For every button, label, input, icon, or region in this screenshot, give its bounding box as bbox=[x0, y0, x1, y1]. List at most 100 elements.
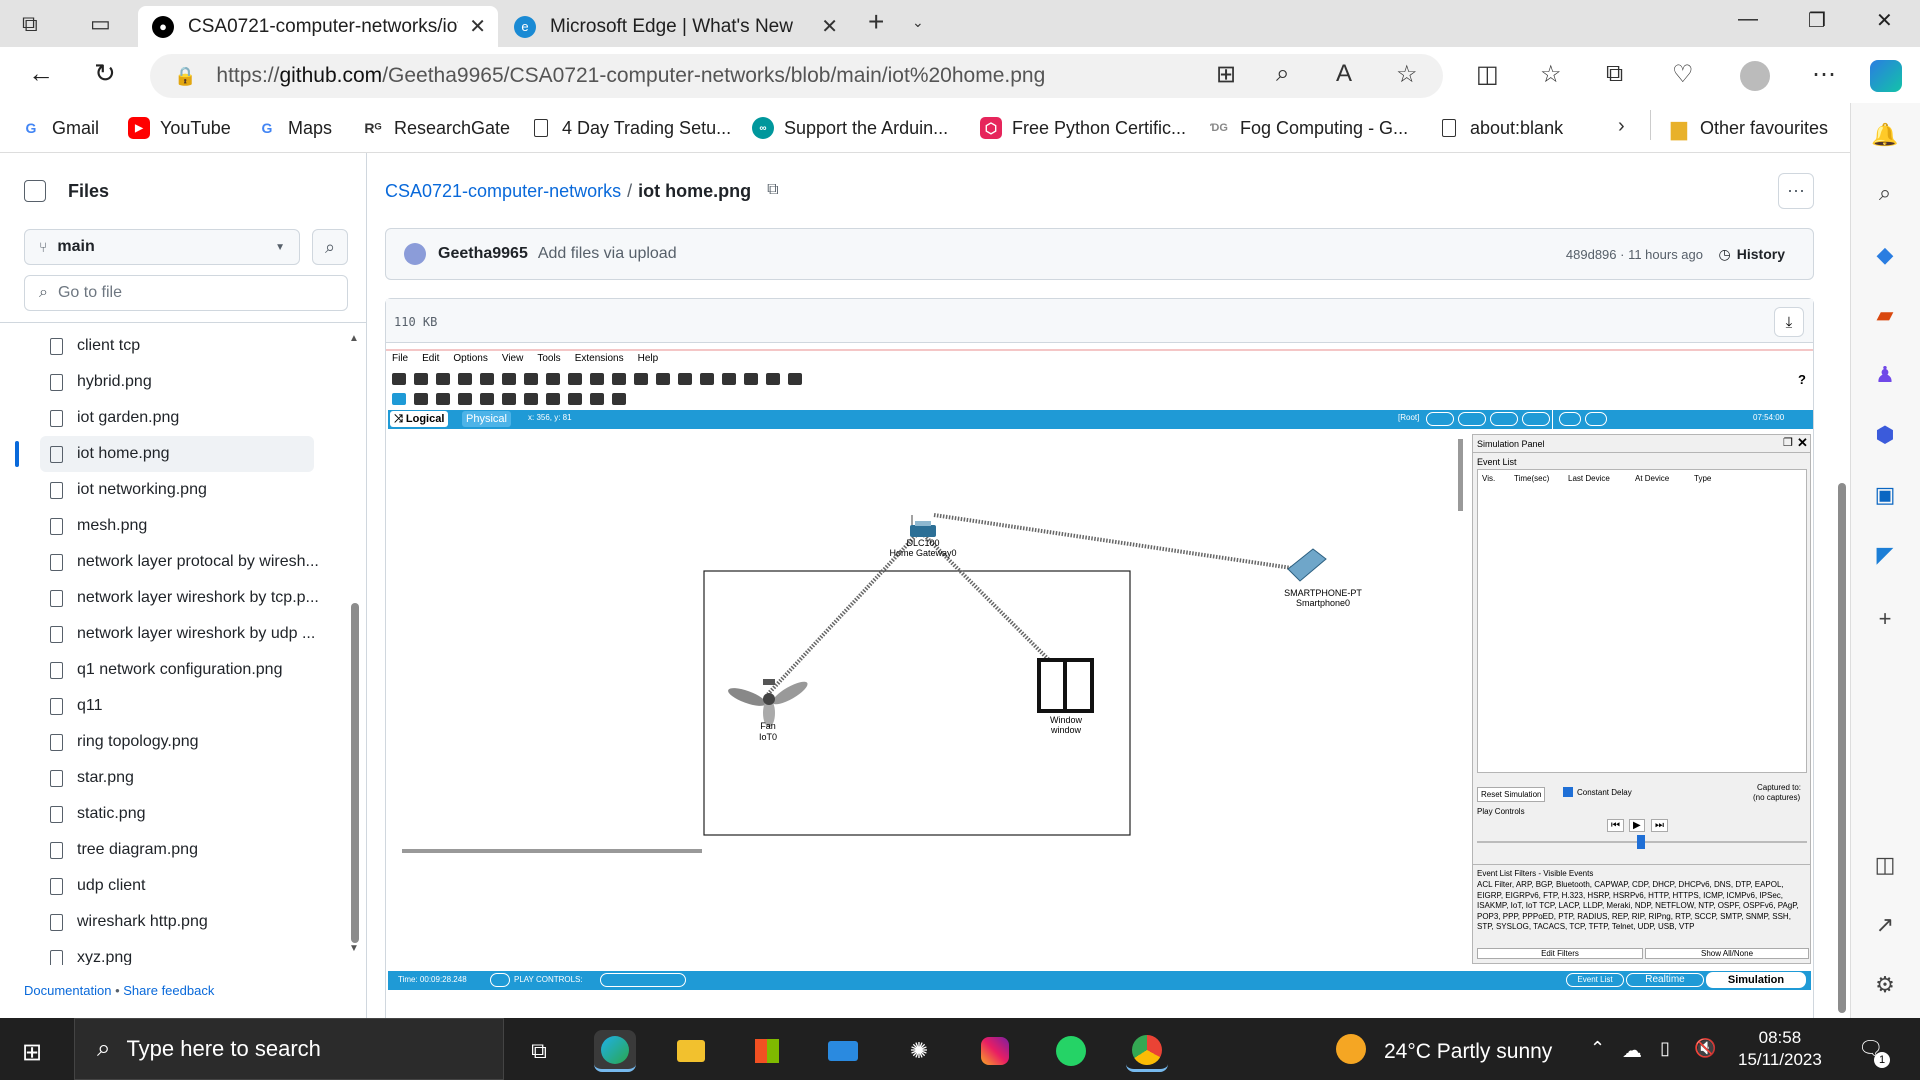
shopping-tag-icon[interactable]: ◆ bbox=[1870, 242, 1900, 272]
skip-back-icon[interactable]: ⏮ bbox=[1607, 819, 1624, 832]
inspect-icon[interactable] bbox=[414, 393, 428, 405]
documentation-link[interactable]: Documentation bbox=[24, 983, 111, 998]
pt-help[interactable]: ? bbox=[1798, 372, 1806, 387]
history-button[interactable]: ◷ History bbox=[1719, 246, 1785, 263]
new-tab-icon[interactable]: + bbox=[868, 6, 884, 38]
file-tree-item[interactable]: network layer protocal by wiresh... bbox=[50, 544, 324, 580]
read-aloud-icon[interactable]: A bbox=[1336, 60, 1352, 88]
games-icon[interactable]: ♟ bbox=[1870, 362, 1900, 392]
scroll-down-icon[interactable]: ▼ bbox=[349, 943, 359, 954]
share-feedback-link[interactable]: Share feedback bbox=[123, 983, 214, 998]
file-tree-item[interactable]: iot networking.png bbox=[50, 472, 324, 508]
copy-path-icon[interactable]: ⧉ bbox=[767, 181, 778, 202]
copilot-icon[interactable] bbox=[1870, 60, 1902, 92]
split-screen-icon[interactable]: ◫ bbox=[1476, 60, 1499, 89]
drop-icon[interactable]: ◤ bbox=[1870, 542, 1900, 572]
tray-chevron-icon[interactable]: ⌃ bbox=[1590, 1038, 1605, 1059]
chrome-icon[interactable] bbox=[1126, 1030, 1168, 1072]
close-tab-icon[interactable]: ✕ bbox=[469, 14, 486, 39]
packet-tracer-icon[interactable]: ✺ bbox=[898, 1030, 940, 1072]
viewport-icon[interactable] bbox=[744, 373, 758, 385]
copy-icon[interactable] bbox=[546, 373, 560, 385]
event-list-button[interactable]: Event List bbox=[1566, 973, 1624, 987]
zoom-out-icon[interactable] bbox=[678, 373, 692, 385]
file-tree-item[interactable]: star.png bbox=[50, 760, 324, 796]
ellipse-icon[interactable] bbox=[546, 393, 560, 405]
tab-list-chevron-icon[interactable]: ⌄ bbox=[912, 14, 924, 31]
image-icon[interactable] bbox=[788, 373, 802, 385]
pt-root[interactable]: [Root] bbox=[1398, 413, 1419, 422]
edit-filters-button[interactable]: Edit Filters bbox=[1477, 948, 1643, 959]
vertical-tabs-icon[interactable]: ▭ bbox=[90, 11, 111, 37]
note-icon[interactable] bbox=[480, 393, 494, 405]
outlook-icon[interactable]: ▣ bbox=[1870, 482, 1900, 512]
reset-simulation-button[interactable]: Reset Simulation bbox=[1477, 787, 1546, 802]
refresh-icon[interactable]: ↻ bbox=[94, 58, 116, 89]
undock-icon[interactable]: ❐ bbox=[1783, 436, 1793, 449]
battery-icon[interactable]: ▯ bbox=[1660, 1038, 1670, 1059]
freeform-icon[interactable] bbox=[568, 393, 582, 405]
fav-trading[interactable]: 4 Day Trading Setu... bbox=[530, 117, 731, 139]
scrollbar-thumb[interactable] bbox=[1838, 483, 1846, 1013]
pt-menu-item[interactable]: View bbox=[502, 353, 524, 364]
notifications-bell-icon[interactable]: 🔔 bbox=[1870, 122, 1900, 152]
pt-nav-pill[interactable] bbox=[1522, 412, 1550, 426]
tools-icon[interactable]: ▰ bbox=[1870, 302, 1900, 332]
fav-maps[interactable]: G Maps bbox=[256, 117, 332, 139]
pt-menu-item[interactable]: Tools bbox=[537, 353, 560, 364]
file-tree-item[interactable]: udp client bbox=[50, 868, 324, 904]
taskbar-clock[interactable]: 08:58 15/11/2023 bbox=[1738, 1027, 1822, 1071]
zoom-reset-icon[interactable] bbox=[656, 373, 670, 385]
file-tree-item[interactable]: tree diagram.png bbox=[50, 832, 324, 868]
pt-nav-pill[interactable] bbox=[1426, 412, 1454, 426]
info-icon[interactable] bbox=[480, 373, 494, 385]
speed-slider-thumb[interactable] bbox=[1637, 835, 1645, 849]
file-tree-item[interactable]: iot garden.png bbox=[50, 400, 324, 436]
close-window-icon[interactable]: ✕ bbox=[1876, 8, 1893, 33]
show-all-none-button[interactable]: Show All/None bbox=[1645, 948, 1809, 959]
task-view-icon[interactable]: ⧉ bbox=[518, 1030, 560, 1072]
file-tree-item[interactable]: q1 network configuration.png bbox=[50, 652, 324, 688]
select-icon[interactable] bbox=[392, 393, 406, 405]
volume-muted-icon[interactable]: 🔇 bbox=[1694, 1038, 1716, 1059]
avatar[interactable] bbox=[404, 243, 426, 265]
branch-selector[interactable]: ⑂ main ▼ bbox=[24, 229, 300, 265]
file-tree-item[interactable]: xyz.png bbox=[50, 940, 324, 965]
microsoft365-icon[interactable]: ⬢ bbox=[1870, 422, 1900, 452]
settings-gear-icon[interactable]: ⚙ bbox=[1870, 972, 1900, 1002]
profile-avatar[interactable] bbox=[1740, 61, 1770, 91]
fav-python[interactable]: ⬡ Free Python Certific... bbox=[980, 117, 1186, 139]
other-favourites[interactable]: ▆ Other favourites bbox=[1668, 117, 1828, 140]
address-bar[interactable]: 🔒 https://github.com/Geetha9965/CSA0721-… bbox=[150, 54, 1443, 98]
save-icon[interactable] bbox=[436, 373, 450, 385]
play-icon[interactable]: ▶ bbox=[1629, 819, 1645, 832]
custom-device-icon[interactable] bbox=[722, 373, 736, 385]
speed-slider[interactable] bbox=[1477, 835, 1807, 849]
zoom-in-icon[interactable] bbox=[634, 373, 648, 385]
new-icon[interactable] bbox=[392, 373, 406, 385]
file-tree-item[interactable]: static.png bbox=[50, 796, 324, 832]
drawing-palette-icon[interactable] bbox=[700, 373, 714, 385]
physical-tab[interactable]: Physical bbox=[462, 411, 511, 427]
tab-edge-whats-new[interactable]: e Microsoft Edge | What's New ✕ bbox=[500, 6, 850, 47]
file-tree-item[interactable]: network layer wireshork by udp ... bbox=[50, 616, 324, 652]
fav-arduino[interactable]: ∞ Support the Arduin... bbox=[752, 117, 948, 139]
file-tree-item[interactable]: mesh.png bbox=[50, 508, 324, 544]
rectangle-icon[interactable] bbox=[524, 393, 538, 405]
restore-icon[interactable]: ❐ bbox=[1808, 8, 1826, 33]
favorites-icon[interactable]: ☆ bbox=[1540, 60, 1562, 89]
commit-message[interactable]: Add files via upload bbox=[538, 245, 677, 263]
paste-icon[interactable] bbox=[568, 373, 582, 385]
close-icon[interactable]: ✕ bbox=[1797, 435, 1808, 451]
pt-nav-pill[interactable] bbox=[1559, 412, 1581, 426]
print-icon[interactable] bbox=[458, 373, 472, 385]
favorite-star-icon[interactable]: ☆ bbox=[1396, 60, 1418, 89]
network-info-icon[interactable] bbox=[524, 373, 538, 385]
simulation-button[interactable]: Simulation bbox=[1706, 972, 1806, 988]
download-icon[interactable]: ⤓ bbox=[1774, 307, 1804, 337]
file-explorer-icon[interactable] bbox=[670, 1030, 712, 1072]
workspaces-icon[interactable]: ⧉ bbox=[22, 11, 38, 37]
file-tree-item[interactable]: ring topology.png bbox=[50, 724, 324, 760]
weather-text[interactable]: 24°C Partly sunny bbox=[1384, 1040, 1552, 1064]
tree-scrollbar[interactable]: ▲ ▼ bbox=[349, 333, 361, 963]
